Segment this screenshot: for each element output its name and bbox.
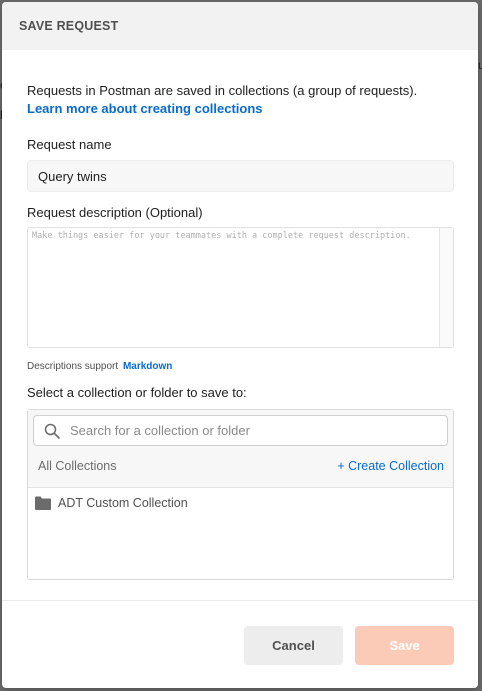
collection-breadcrumb-row: All Collections + Create Collection <box>33 446 448 486</box>
collection-select-label: Select a collection or folder to save to… <box>27 385 247 400</box>
intro-text-block: Requests in Postman are saved in collect… <box>27 82 453 117</box>
search-icon <box>44 423 60 439</box>
save-request-modal: SAVE REQUEST Requests in Postman are sav… <box>2 2 478 688</box>
modal-footer: Cancel Save <box>2 600 478 688</box>
markdown-note: Descriptions support Markdown <box>27 361 453 372</box>
cancel-button[interactable]: Cancel <box>244 626 343 665</box>
intro-text: Requests in Postman are saved in collect… <box>27 83 418 98</box>
collection-search-field[interactable] <box>33 415 448 446</box>
description-scrollbar[interactable] <box>439 228 453 347</box>
request-description-label: Request description (Optional) <box>27 205 203 220</box>
modal-title: SAVE REQUEST <box>19 19 119 33</box>
markdown-note-text: Descriptions support <box>27 361 119 372</box>
modal-header: SAVE REQUEST <box>2 2 478 50</box>
create-collection-button[interactable]: + Create Collection <box>337 459 444 473</box>
collection-search-input[interactable] <box>68 422 442 439</box>
all-collections-label: All Collections <box>38 459 117 473</box>
collection-picker-header: All Collections + Create Collection <box>28 410 453 488</box>
request-description-box <box>27 227 454 348</box>
collection-list-item[interactable]: ADT Custom Collection <box>28 488 453 518</box>
backdrop-text: u <box>478 58 482 72</box>
markdown-link[interactable]: Markdown <box>123 361 172 372</box>
modal-body: Requests in Postman are saved in collect… <box>2 82 478 580</box>
save-button[interactable]: Save <box>355 626 454 665</box>
request-description-input[interactable] <box>28 228 440 347</box>
folder-icon <box>35 496 51 510</box>
request-name-input[interactable] <box>27 160 454 192</box>
request-name-label: Request name <box>27 137 112 152</box>
learn-more-link[interactable]: Learn more about creating collections <box>27 100 453 117</box>
collection-item-label: ADT Custom Collection <box>58 496 188 510</box>
collection-picker: All Collections + Create Collection ADT … <box>27 409 454 580</box>
